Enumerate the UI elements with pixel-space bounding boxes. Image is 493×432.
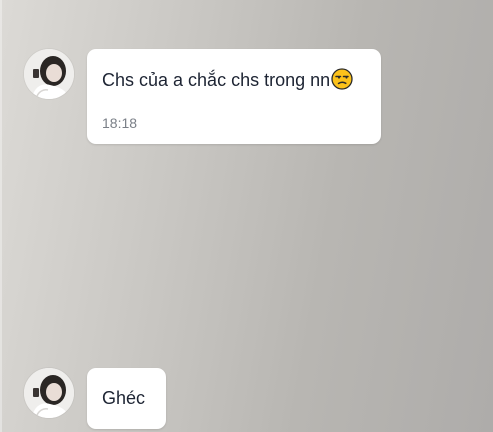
unamused-face-icon (331, 68, 353, 95)
sender-avatar[interactable] (24, 368, 74, 418)
sender-avatar[interactable] (24, 49, 74, 99)
avatar-photo-icon (24, 49, 74, 99)
message-text: Ghéc (102, 388, 146, 408)
message-text: Chs của a chắc chs trong nn (102, 68, 366, 95)
panel-divider (0, 0, 2, 432)
avatar-photo-icon (24, 368, 74, 418)
chat-message-area[interactable]: Chs của a chắc chs trong nn 18:18 Ghéc (0, 0, 493, 432)
message-timestamp: 18:18 (102, 115, 138, 131)
message-bubble[interactable]: Ghéc (87, 368, 166, 429)
message-bubble[interactable]: Chs của a chắc chs trong nn 18:18 (87, 49, 381, 144)
